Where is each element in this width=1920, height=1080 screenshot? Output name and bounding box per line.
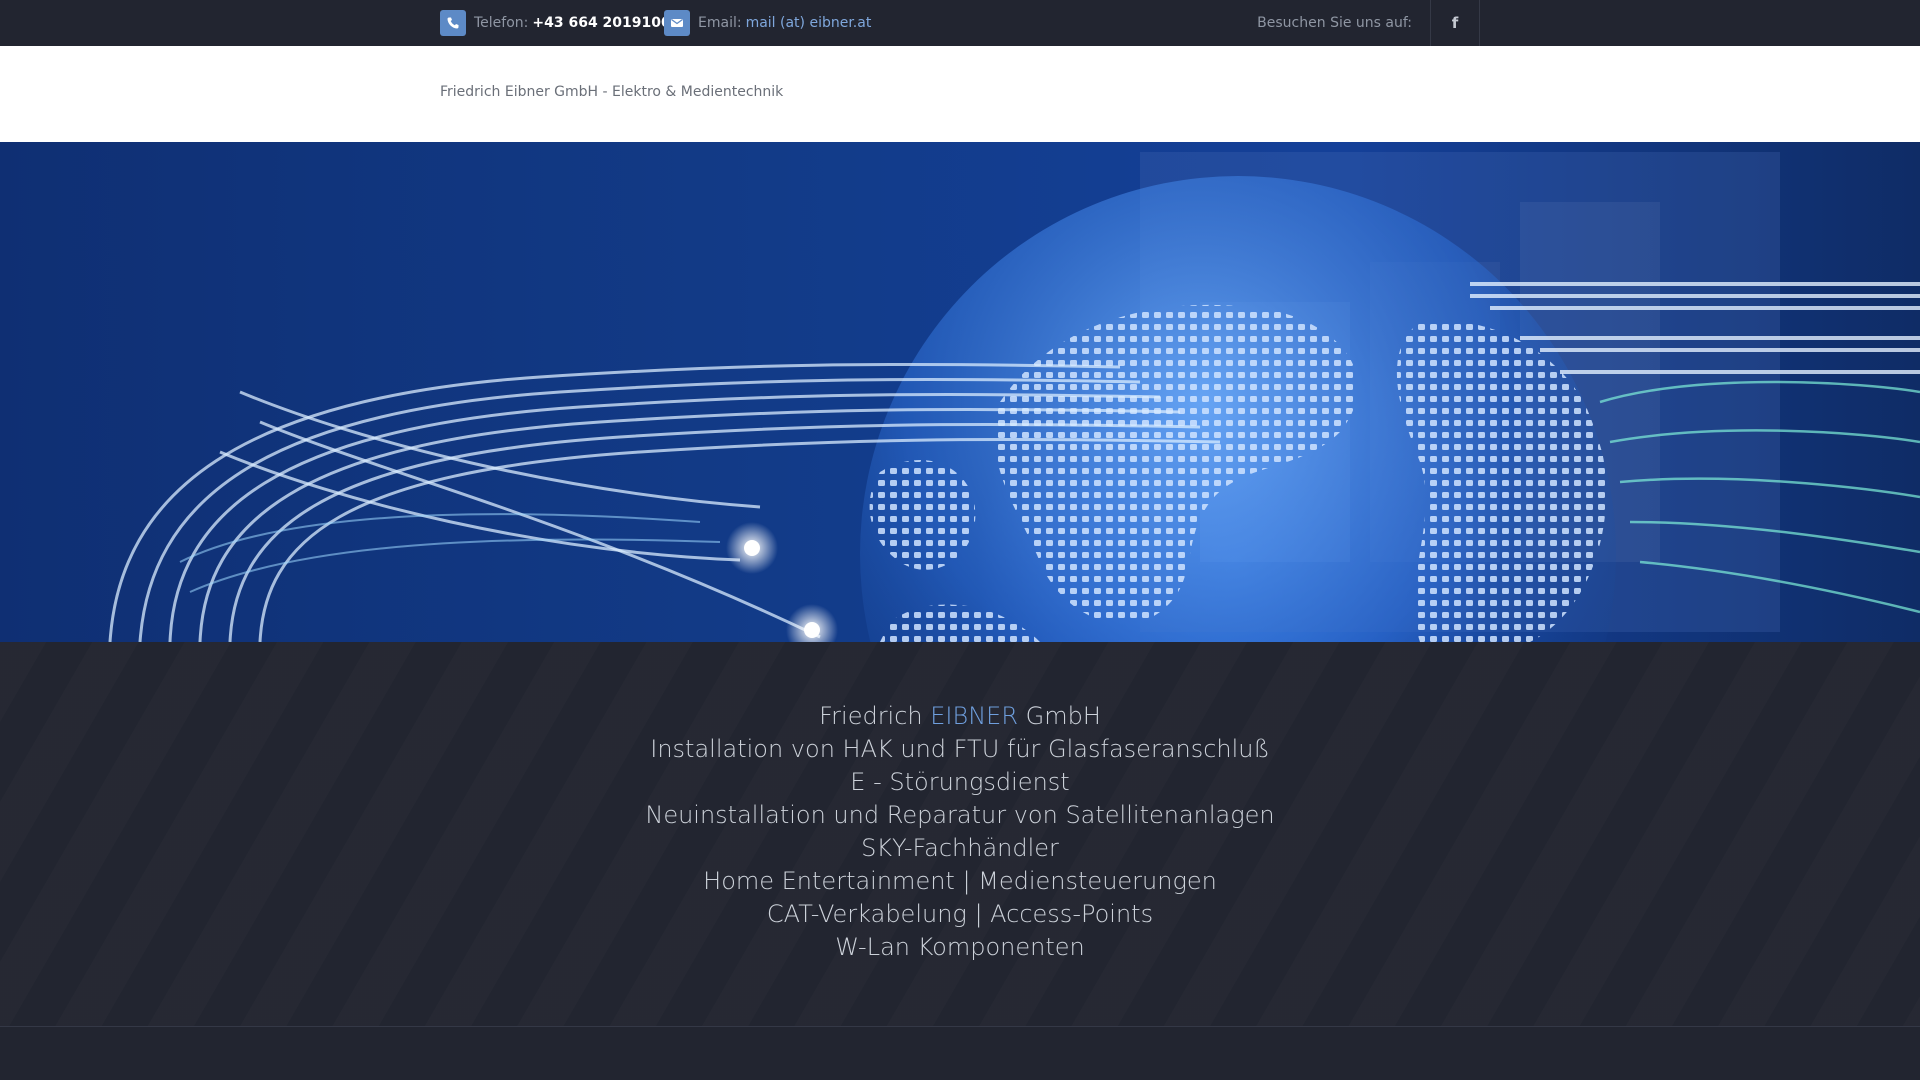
facebook-icon: f [1451,14,1459,32]
service-line: E - Störungsdienst [850,768,1070,796]
service-line: Home Entertainment | Mediensteuerungen [703,867,1217,895]
email-label: Email: [698,15,742,31]
services-section: Friedrich EIBNER GmbH Installation von H… [0,642,1920,1027]
company-name-suffix: GmbH [1018,702,1101,730]
company-name-accent: EIBNER [930,702,1019,730]
service-line: W-Lan Komponenten [835,933,1085,961]
phone-icon [440,10,466,36]
service-line: CAT-Verkabelung | Access-Points [766,900,1154,928]
service-line: SKY-Fachhändler [861,834,1059,862]
service-line: Neuinstallation und Reparatur von Satell… [645,801,1275,829]
footer [0,1027,1920,1080]
site-header: Friedrich Eibner GmbH - Elektro & Medien… [0,46,1920,142]
phone-number[interactable]: +43 664 2019100 [532,15,670,31]
hero-banner [0,142,1920,642]
mail-icon [664,10,690,36]
social-visit-label: Besuchen Sie uns auf: [1257,15,1412,31]
fiber-optic-globe-banner [108,152,1920,642]
company-heading: Friedrich EIBNER GmbH [0,700,1920,733]
email-link[interactable]: mail (at) eibner.at [746,15,872,31]
company-name-prefix: Friedrich [819,702,931,730]
phone-label: Telefon: [474,15,529,31]
service-line: Installation von HAK und FTU für Glasfas… [650,735,1270,763]
email-contact: Email: mail (at) eibner.at [664,0,871,46]
facebook-link[interactable]: f [1430,0,1480,46]
site-title[interactable]: Friedrich Eibner GmbH - Elektro & Medien… [440,84,783,100]
top-bar: Telefon: +43 664 2019100 Email: mail (at… [0,0,1920,46]
phone-contact: Telefon: +43 664 2019100 [440,0,671,46]
